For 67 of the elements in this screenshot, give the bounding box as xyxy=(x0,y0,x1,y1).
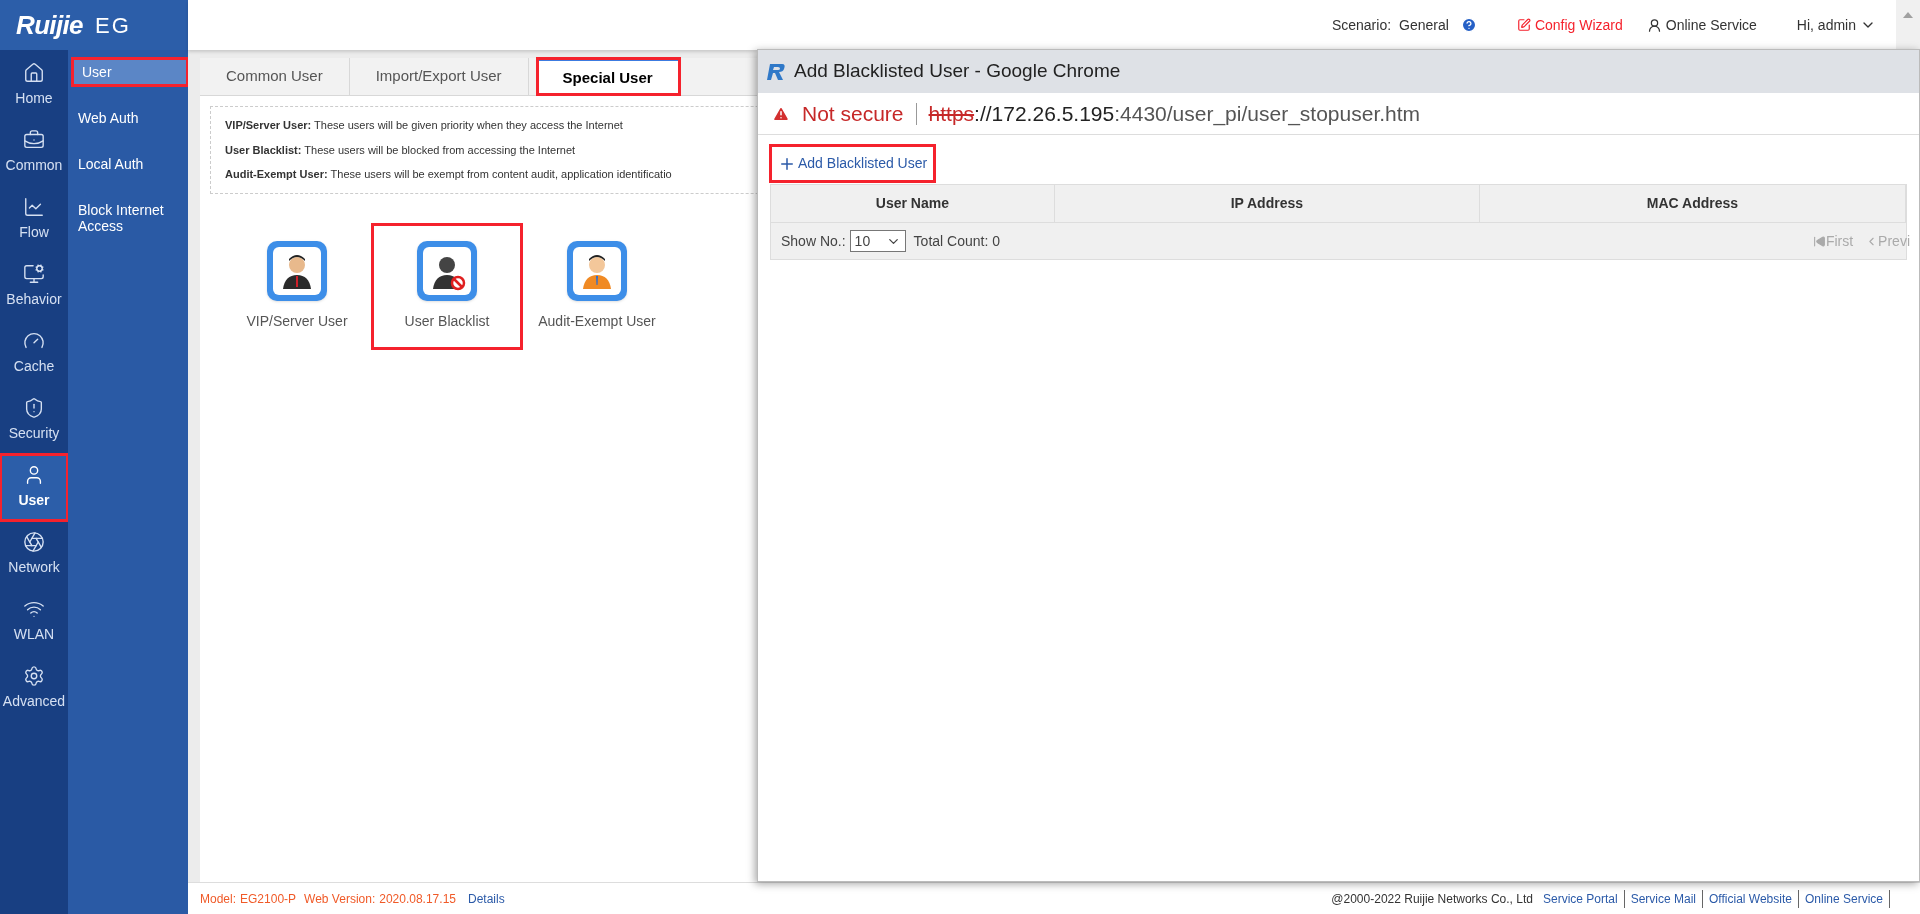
model-label: Model: xyxy=(200,890,237,908)
app-logo-icon xyxy=(766,63,786,80)
footer-link[interactable]: Service Mail xyxy=(1624,889,1704,908)
nav-item[interactable]: Cache xyxy=(0,320,68,387)
first-icon xyxy=(1812,234,1826,248)
user-tile[interactable]: User Blacklist xyxy=(372,223,522,349)
nav-icon xyxy=(23,62,45,84)
details-link[interactable]: Details xyxy=(468,889,505,908)
version-label: Web Version: xyxy=(304,890,376,908)
tile-label: VIP/Server User xyxy=(246,311,348,331)
nav-item[interactable]: Common xyxy=(0,119,68,186)
user-tile[interactable]: VIP/Server User xyxy=(222,223,372,349)
info-line: User Blacklist: These users will be blocked from accessing the Internet xyxy=(225,142,577,158)
tab[interactable]: Import/Export User xyxy=(349,58,529,95)
tile-label: Audit-Exempt User xyxy=(538,311,656,331)
scenario-label: Scenario: xyxy=(1331,15,1392,35)
tab[interactable]: Special User xyxy=(536,58,680,95)
user-tile-icon[interactable] xyxy=(417,240,477,301)
copyright: @2000-2022 Ruijie Networks Co., Ltd xyxy=(1331,890,1533,908)
nav-item[interactable]: User xyxy=(0,454,68,521)
nav-icon xyxy=(23,196,45,218)
nav-item[interactable]: Network xyxy=(0,521,68,588)
subnav-item[interactable]: Local Auth xyxy=(68,150,188,178)
subnav-item[interactable]: Block Internet Access xyxy=(68,196,188,240)
user-tile-icon[interactable] xyxy=(567,240,627,301)
help-icon[interactable] xyxy=(1460,17,1477,33)
page-size-select[interactable]: 10 xyxy=(849,230,906,252)
popup-title: Add Blacklisted User - Google Chrome xyxy=(794,59,1121,84)
security-status: Not secure xyxy=(802,100,904,127)
brand-logo: Ruijie xyxy=(16,8,83,42)
nav-icon xyxy=(23,665,45,687)
show-number-label: Show No.: xyxy=(781,231,846,251)
model-value: EG2100-P xyxy=(240,890,297,908)
info-line: VIP/Server User: These users will be given priority when they access the Internet xyxy=(225,118,624,133)
nav-icon xyxy=(23,531,45,553)
column-header: MAC Address xyxy=(1479,185,1906,222)
tab[interactable]: Common User xyxy=(200,58,350,95)
online-service-link[interactable]: Online Service xyxy=(1646,14,1757,36)
add-blacklisted-user-button[interactable]: Add Blacklisted User xyxy=(770,145,936,182)
user-tile-icon[interactable] xyxy=(267,240,327,301)
nav-icon xyxy=(23,397,45,419)
subnav-item[interactable]: User xyxy=(72,58,188,86)
subnav-item[interactable]: Web Auth xyxy=(68,104,188,132)
footer-link[interactable]: Service Portal xyxy=(1536,889,1625,908)
nav-item[interactable]: Home xyxy=(0,52,68,119)
nav-item[interactable]: Security xyxy=(0,387,68,454)
nav-item[interactable]: Flow xyxy=(0,186,68,253)
nav-icon xyxy=(23,263,45,285)
config-wizard-link[interactable]: Config Wizard xyxy=(1516,14,1623,36)
product-name: EG xyxy=(94,11,132,40)
info-line: Audit-Exempt User: These users will be exempt from content audit, application identificatio xyxy=(225,167,673,182)
person-icon xyxy=(1646,17,1662,33)
user-menu[interactable]: Hi, admin xyxy=(1796,14,1876,36)
scenario-value: General xyxy=(1399,15,1449,35)
total-count: Total Count: 0 xyxy=(913,231,1000,251)
version-value: 2020.08.17.15 xyxy=(379,890,456,908)
user-tile[interactable]: Audit-Exempt User xyxy=(522,223,672,349)
column-header: User Name xyxy=(771,185,1055,222)
nav-item[interactable]: Behavior xyxy=(0,253,68,320)
column-header: IP Address xyxy=(1054,185,1480,222)
tile-label: User Blacklist xyxy=(404,311,490,331)
footer-link[interactable]: Online Service xyxy=(1798,889,1890,908)
nav-item[interactable]: WLAN xyxy=(0,588,68,655)
nav-item[interactable]: Advanced xyxy=(0,655,68,722)
footer-link[interactable]: Official Website xyxy=(1703,889,1799,908)
nav-icon xyxy=(23,129,45,151)
url-text: https://172.26.5.195:4430/user_pi/user_stopuser.htm xyxy=(928,100,1421,128)
